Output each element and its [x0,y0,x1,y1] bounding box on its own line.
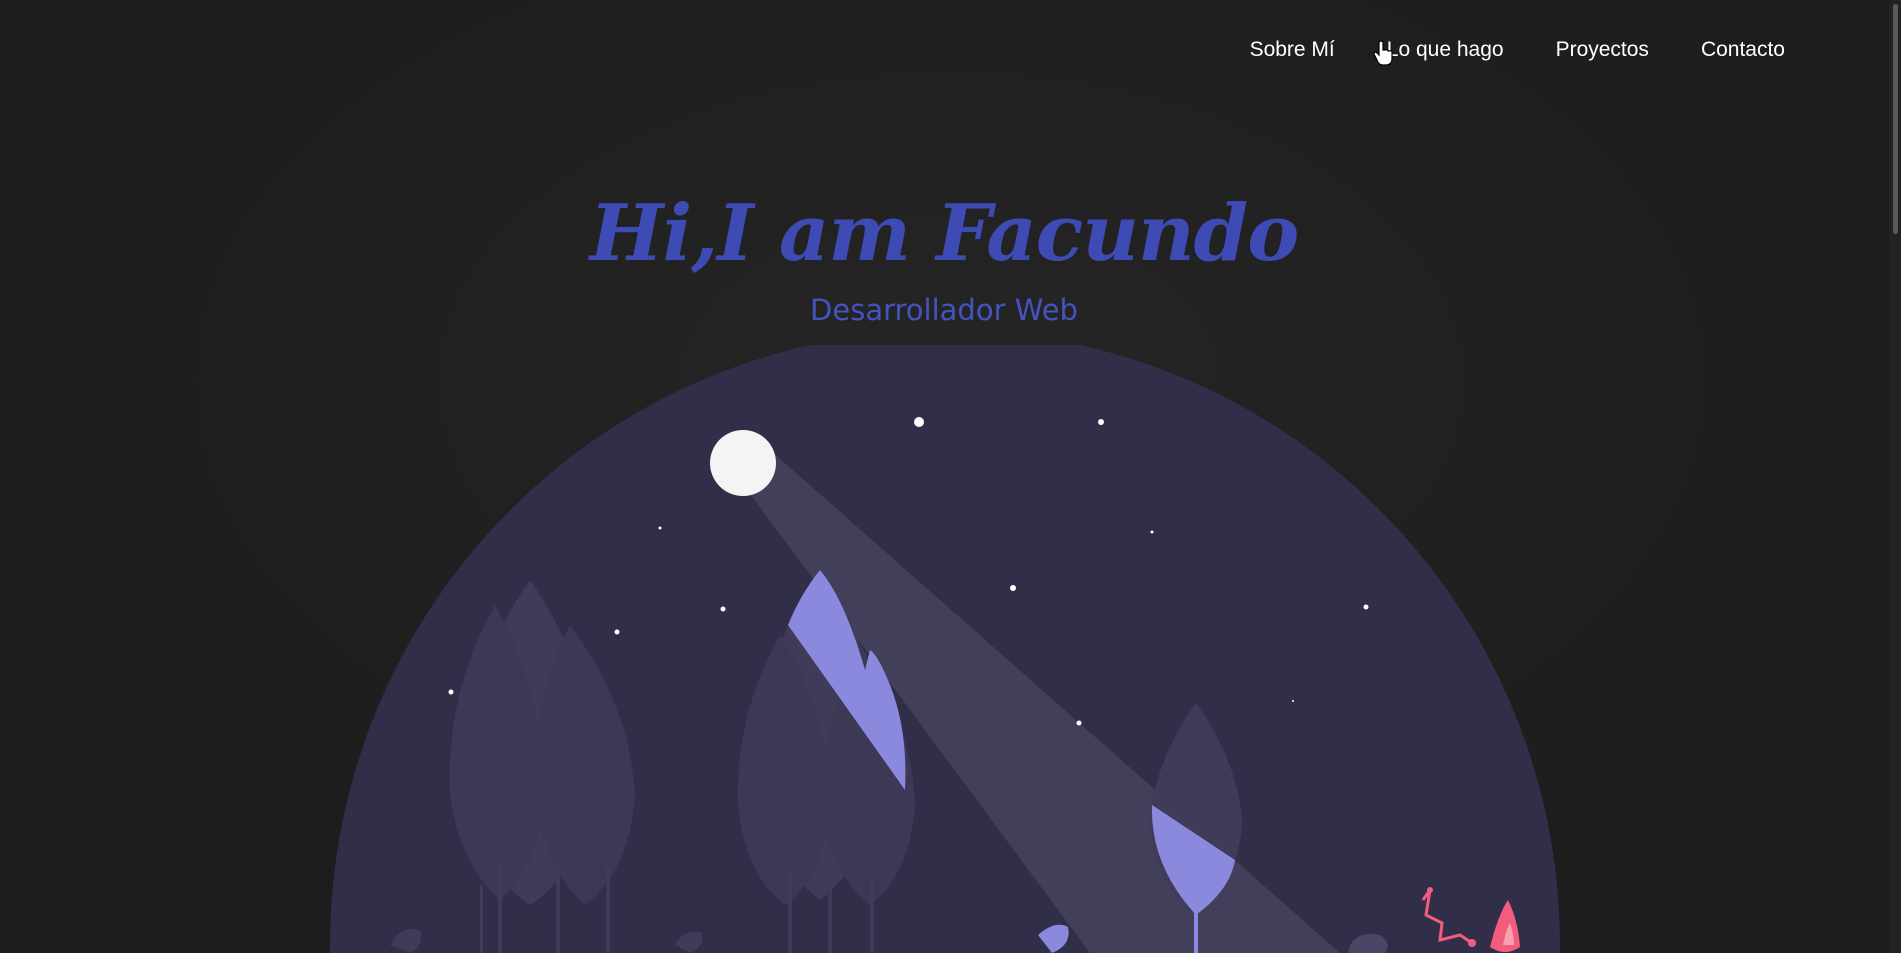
night-forest-illustration [330,345,1560,953]
scrollbar-thumb[interactable] [1893,4,1898,234]
hand-pointer-icon [1373,40,1393,66]
hero-subtitle: Desarrollador Web [810,293,1078,327]
nav-item-sobre-mi[interactable]: Sobre Mí [1250,32,1361,68]
page: Sobre Mí Lo que hago Proyectos Contacto … [0,0,1901,953]
hero-title: Hi,I am Facundo [589,188,1299,279]
main-nav: Sobre Mí Lo que hago Proyectos Contacto [1250,32,1811,68]
nav-item-contacto[interactable]: Contacto [1675,32,1811,68]
page-scrollbar[interactable] [1889,0,1901,953]
nav-item-proyectos[interactable]: Proyectos [1530,32,1675,68]
moon [710,430,776,496]
